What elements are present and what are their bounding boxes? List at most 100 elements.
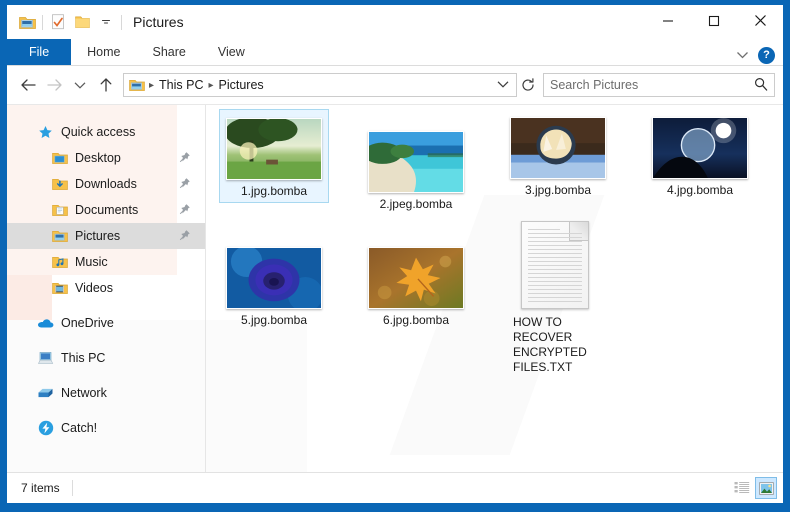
pin-icon[interactable] xyxy=(178,203,191,216)
search-placeholder: Search Pictures xyxy=(550,78,639,92)
minimize-button[interactable] xyxy=(645,5,691,36)
file-name: HOW TO RECOVER ENCRYPTED FILES.TXT xyxy=(513,315,587,374)
file-name: 6.jpg.bomba xyxy=(382,313,450,327)
title-bar: Pictures xyxy=(7,5,783,39)
sidebar-item-downloads[interactable]: Downloads xyxy=(7,171,205,197)
customize-qat-dropdown-icon[interactable] xyxy=(94,10,118,34)
file-item[interactable]: 3.jpg.bomba xyxy=(503,109,613,201)
chevron-down-icon[interactable] xyxy=(732,45,752,65)
sidebar-group-gap-4 xyxy=(7,406,205,415)
sidebar-label: Network xyxy=(61,386,107,400)
close-button[interactable] xyxy=(737,5,783,36)
image-thumbnail-moon-bubble xyxy=(652,117,748,179)
search-icon[interactable] xyxy=(754,77,768,94)
maximize-button[interactable] xyxy=(691,5,737,36)
breadcrumb-pictures[interactable]: Pictures xyxy=(216,78,267,92)
back-button[interactable] xyxy=(15,72,41,98)
cloud-icon xyxy=(37,315,54,332)
file-name: 3.jpg.bomba xyxy=(524,183,592,197)
sidebar-label: Downloads xyxy=(75,177,137,191)
file-item[interactable]: HOW TO RECOVER ENCRYPTED FILES.TXT xyxy=(503,213,613,378)
sidebar-item-quick-access[interactable]: Quick access xyxy=(7,119,205,145)
search-input[interactable]: Search Pictures xyxy=(543,73,775,97)
breadcrumb-this-pc[interactable]: This PC xyxy=(156,78,206,92)
file-item[interactable]: 6.jpg.bomba xyxy=(361,239,471,331)
folder-desktop-icon xyxy=(51,150,68,167)
pin-icon[interactable] xyxy=(178,151,191,164)
text-file-icon xyxy=(521,221,589,309)
file-name: 2.jpeg.bomba xyxy=(379,197,453,211)
large-icons-view-button[interactable] xyxy=(755,477,777,499)
breadcrumb-right-icons xyxy=(497,78,511,92)
folder-properties-icon[interactable] xyxy=(46,10,70,34)
file-item[interactable]: 2.jpeg.bomba xyxy=(361,123,471,215)
quick-access-toolbar xyxy=(7,10,125,34)
sidebar-label: OneDrive xyxy=(61,316,114,330)
ribbon-tab-bar: File Home Share View ? xyxy=(7,39,783,66)
sidebar-item-catch[interactable]: Catch! xyxy=(7,415,205,441)
help-button[interactable]: ? xyxy=(758,46,775,64)
details-view-button[interactable] xyxy=(731,477,753,499)
computer-icon xyxy=(37,350,54,367)
thumbnail-wrap xyxy=(226,243,322,309)
file-item[interactable]: 5.jpg.bomba xyxy=(219,239,329,331)
breadcrumb-separator-2[interactable]: ▸ xyxy=(206,80,215,91)
image-thumbnail-blue-rose xyxy=(226,247,322,309)
breadcrumb-separator-1[interactable]: ▸ xyxy=(147,80,156,91)
text-lines xyxy=(528,229,582,305)
image-thumbnail-beach xyxy=(368,131,464,193)
window-controls xyxy=(645,5,783,39)
navigation-pane: Quick access Desktop Downloads Documents… xyxy=(7,105,206,472)
image-thumbnail-autumn-leaf xyxy=(368,247,464,309)
sidebar-label: Documents xyxy=(75,203,139,217)
forward-button xyxy=(41,72,67,98)
file-list-view[interactable]: 1.jpg.bomba 2.jpeg.bomba 3.jpg.bomba 4.j… xyxy=(206,105,783,472)
file-explorer-window: Pictures File Home Share View ? ▸ This P… xyxy=(6,4,784,504)
folder-videos-icon xyxy=(51,280,68,297)
sidebar-item-network[interactable]: Network xyxy=(7,380,205,406)
tab-view[interactable]: View xyxy=(202,39,261,65)
catch-icon xyxy=(37,420,54,437)
pin-icon[interactable] xyxy=(178,229,191,242)
tab-home[interactable]: Home xyxy=(71,39,136,65)
window-title: Pictures xyxy=(133,14,184,30)
tab-share[interactable]: Share xyxy=(137,39,202,65)
explorer-content: risk.com Quick access Desktop xyxy=(7,105,783,472)
thumbnail-wrap xyxy=(510,113,606,179)
folder-downloads-icon xyxy=(51,176,68,193)
file-item[interactable]: 1.jpg.bomba xyxy=(219,109,329,203)
file-item[interactable]: 4.jpg.bomba xyxy=(645,109,755,201)
sidebar-label: This PC xyxy=(61,351,106,365)
sidebar-item-this-pc[interactable]: This PC xyxy=(7,345,205,371)
sidebar-item-documents[interactable]: Documents xyxy=(7,197,205,223)
sidebar-item-music[interactable]: Music xyxy=(7,249,205,275)
refresh-button[interactable] xyxy=(517,74,539,96)
thumbnail-wrap xyxy=(513,217,609,309)
breadcrumb-folder-icon xyxy=(129,78,145,92)
qat-separator xyxy=(42,14,43,30)
breadcrumb-dropdown-icon[interactable] xyxy=(497,78,509,92)
file-name: 5.jpg.bomba xyxy=(240,313,308,327)
thumbnail-wrap xyxy=(226,114,322,180)
new-folder-icon[interactable] xyxy=(70,10,94,34)
sidebar-item-pictures[interactable]: Pictures xyxy=(7,223,205,249)
breadcrumb[interactable]: ▸ This PC ▸ Pictures xyxy=(123,73,517,97)
folder-documents-icon xyxy=(51,202,68,219)
sidebar-label: Music xyxy=(75,255,108,269)
pin-icon[interactable] xyxy=(178,177,191,190)
sidebar-item-videos[interactable]: Videos xyxy=(7,275,205,301)
status-bar: 7 items xyxy=(7,472,783,503)
star-icon xyxy=(37,124,54,141)
sidebar-label: Pictures xyxy=(75,229,121,243)
sidebar-item-onedrive[interactable]: OneDrive xyxy=(7,310,205,336)
sidebar-item-desktop[interactable]: Desktop xyxy=(7,145,205,171)
explorer-window-icon xyxy=(15,10,39,34)
tab-file[interactable]: File xyxy=(7,39,72,65)
item-count-label: 7 items xyxy=(21,481,60,495)
qat-separator-2 xyxy=(121,14,122,30)
up-button[interactable] xyxy=(93,72,119,98)
image-thumbnail-frozen-bubble xyxy=(510,117,606,179)
sidebar-label: Quick access xyxy=(61,125,136,139)
view-mode-buttons xyxy=(731,477,777,499)
recent-locations-button[interactable] xyxy=(67,72,93,98)
